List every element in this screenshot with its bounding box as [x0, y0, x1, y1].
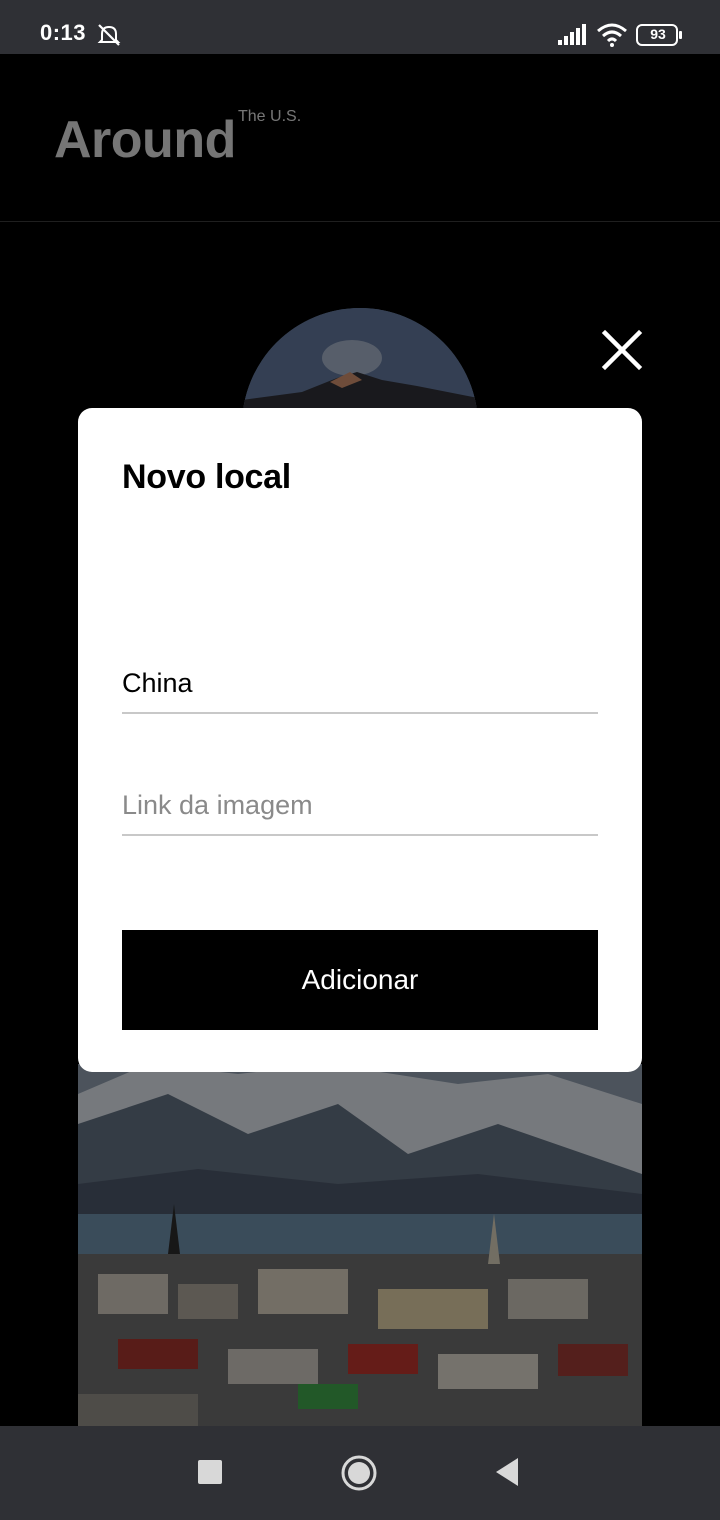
modal-title: Novo local — [122, 458, 291, 496]
add-button[interactable]: Adicionar — [122, 930, 598, 1030]
dnd-icon — [97, 24, 121, 46]
new-place-modal: Novo local Adicionar — [78, 408, 642, 1072]
battery-level: 93 — [650, 26, 666, 42]
home-icon[interactable] — [340, 1454, 378, 1492]
signal-icon — [558, 24, 586, 45]
place-name-input[interactable] — [122, 654, 598, 714]
status-time: 0:13 — [40, 20, 87, 45]
close-icon — [601, 329, 643, 371]
close-button[interactable] — [598, 326, 646, 374]
back-icon[interactable] — [494, 1456, 520, 1488]
image-link-input[interactable] — [122, 776, 598, 836]
wifi-icon — [597, 23, 627, 47]
recents-icon[interactable] — [198, 1460, 222, 1484]
status-bar: 0:13 93 — [0, 0, 720, 54]
navigation-bar — [0, 1426, 720, 1520]
